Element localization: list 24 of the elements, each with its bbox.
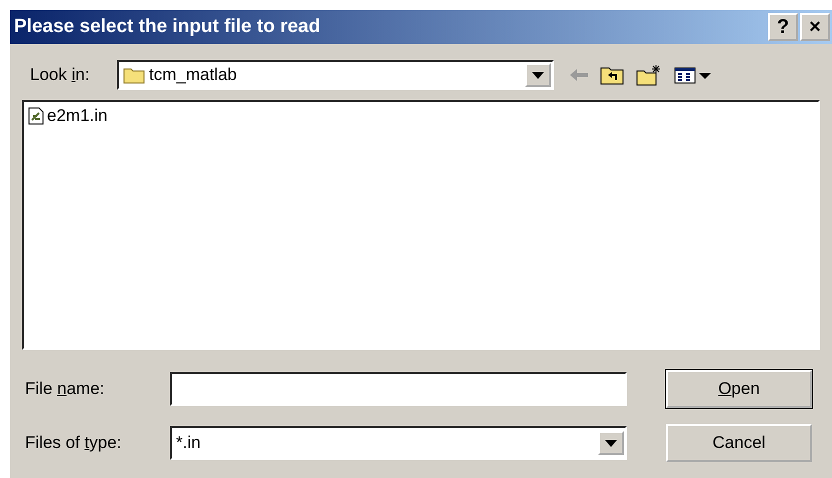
file-name-label: File name: — [25, 379, 106, 399]
up-folder-icon — [600, 65, 624, 85]
folder-name: tcm_matlab — [119, 65, 525, 85]
dropdown-button[interactable] — [525, 63, 551, 87]
file-type-dropdown[interactable]: *.in — [170, 426, 627, 460]
folder-icon — [123, 66, 145, 84]
list-view-icon — [674, 66, 712, 84]
file-type-value: *.in — [175, 433, 202, 453]
window-title: Please select the input file to read — [14, 16, 322, 38]
file-name-field[interactable] — [170, 372, 627, 406]
caret-icon — [532, 72, 544, 78]
new-folder-icon — [636, 64, 662, 86]
caret-icon — [605, 440, 617, 446]
back-arrow-icon — [570, 69, 588, 81]
file-icon — [28, 107, 44, 125]
look-in-label: Look in: — [30, 65, 91, 85]
open-button[interactable]: Open — [666, 370, 812, 408]
file-item[interactable]: e2m1.in — [28, 106, 108, 126]
cancel-button[interactable]: Cancel — [666, 424, 812, 462]
file-type-label: Files of type: — [25, 433, 122, 453]
look-in-dropdown[interactable]: tcm_matlab — [117, 60, 554, 90]
help-button[interactable]: ? — [768, 13, 798, 41]
dropdown-button[interactable] — [598, 431, 624, 455]
close-button[interactable]: × — [800, 13, 830, 41]
